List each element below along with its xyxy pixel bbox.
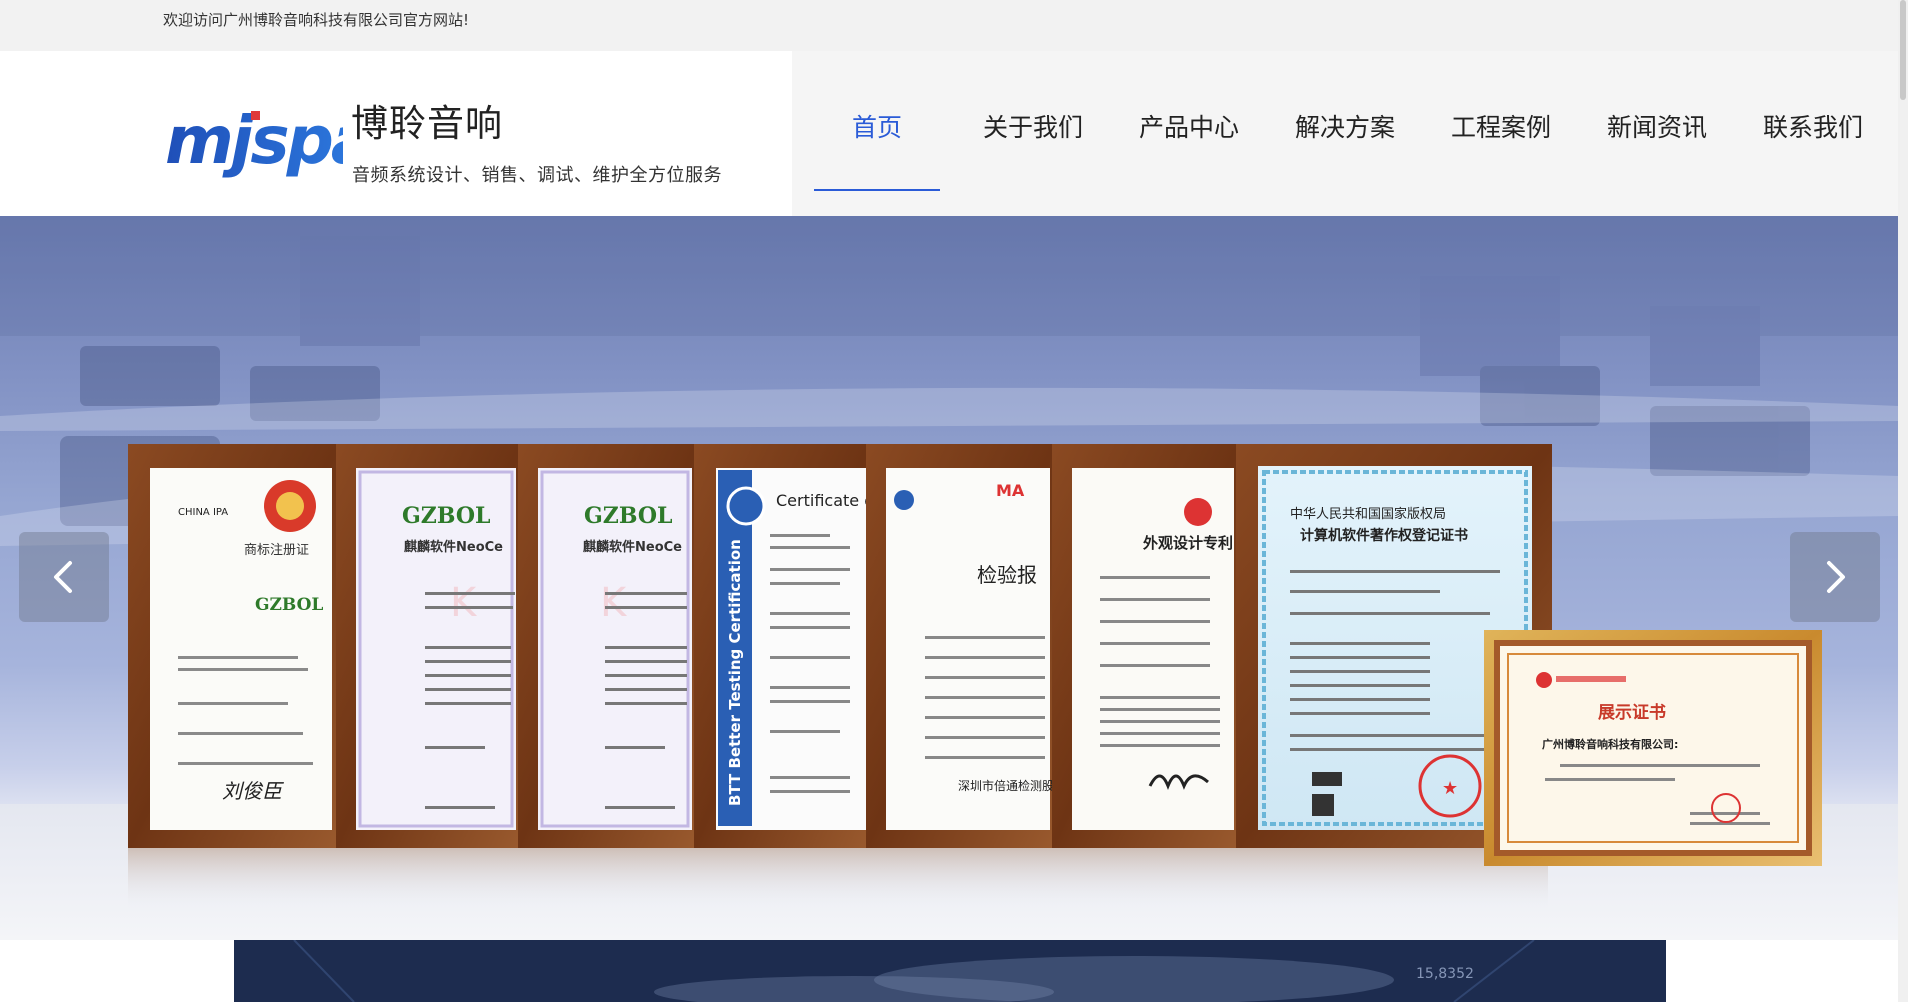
nav-item-news[interactable]: 新闻资讯 (1594, 103, 1720, 153)
chevron-left-icon (54, 561, 72, 593)
svg-text:中华人民共和国国家版权局: 中华人民共和国国家版权局 (1290, 506, 1446, 522)
cert-test-report: MA 检验报 深圳市倍通检测股份 (866, 444, 1066, 848)
main-nav: 首页 关于我们 产品中心 解决方案 工程案例 新闻资讯 联系我们 (0, 51, 1898, 216)
svg-text:K: K (600, 580, 628, 626)
hero-banner: CHINA IPA 商标注册证 GZBOL 刘俊臣 GZBOL 麒麟软件NeoC… (0, 216, 1898, 940)
svg-text:刘俊臣: 刘俊臣 (222, 779, 284, 803)
cert-btt: BTT Better Testing Certification Certifi… (694, 444, 874, 848)
top-bar: 欢迎访问广州博聆音响科技有限公司官方网站! (0, 0, 1898, 51)
svg-text:K: K (450, 580, 478, 626)
nav-active-underline (814, 189, 940, 191)
cert-design-patent: 外观设计专利 (1052, 444, 1240, 848)
nav-item-contact[interactable]: 联系我们 (1750, 103, 1876, 153)
svg-text:15,8352: 15,8352 (1416, 966, 1474, 982)
svg-text:深圳市倍通检测股份: 深圳市倍通检测股份 (958, 778, 1066, 793)
site-header: mjspa 博聆音响 音频系统设计、销售、调试、维护全方位服务 首页 关于我们 … (0, 51, 1898, 216)
svg-text:麒麟软件NeoCe: 麒麟软件NeoCe (404, 539, 503, 555)
cert-gzbol-1: GZBOL 麒麟软件NeoCe K (336, 444, 522, 848)
svg-text:检验报: 检验报 (977, 563, 1037, 587)
chevron-right-icon (1827, 561, 1845, 593)
svg-text:商标注册证: 商标注册证 (244, 543, 309, 558)
welcome-text: 欢迎访问广州博聆音响科技有限公司官方网站! (163, 11, 470, 29)
banner-next-button[interactable] (1790, 532, 1880, 622)
banner-prev-button[interactable] (19, 532, 109, 622)
nav-item-products[interactable]: 产品中心 (1126, 103, 1252, 153)
nav-item-home[interactable]: 首页 (814, 103, 940, 153)
svg-text:GZBOL: GZBOL (584, 503, 672, 529)
cert-display: 展示证书 广州博聆音响科技有限公司: (1484, 630, 1822, 866)
page-scrollbar[interactable] (1898, 0, 1908, 1002)
nav-item-about[interactable]: 关于我们 (970, 103, 1096, 153)
svg-text:MA: MA (996, 481, 1025, 500)
next-section-banner: 15,8352 (234, 940, 1666, 1002)
scrollbar-thumb[interactable] (1900, 0, 1906, 100)
svg-text:麒麟软件NeoCe: 麒麟软件NeoCe (583, 539, 682, 555)
svg-text:GZBOL: GZBOL (402, 503, 490, 529)
svg-text:★: ★ (1442, 778, 1458, 799)
city-sky-backdrop: 15,8352 (234, 940, 1666, 1002)
certificate-display: CHINA IPA 商标注册证 GZBOL 刘俊臣 GZBOL 麒麟软件NeoC… (128, 444, 1822, 908)
nav-item-cases[interactable]: 工程案例 (1438, 103, 1564, 153)
nav-item-solutions[interactable]: 解决方案 (1282, 103, 1408, 153)
svg-text:Certificate o: Certificate o (776, 491, 874, 510)
svg-text:外观设计专利: 外观设计专利 (1142, 534, 1233, 552)
svg-text:GZBOL: GZBOL (255, 595, 323, 615)
svg-text:CHINA IPA: CHINA IPA (178, 507, 228, 518)
cert-gzbol-2: GZBOL 麒麟软件NeoCe K (518, 444, 698, 848)
svg-text:计算机软件著作权登记证书: 计算机软件著作权登记证书 (1300, 527, 1468, 544)
svg-text:广州博聆音响科技有限公司:: 广州博聆音响科技有限公司: (1542, 737, 1678, 751)
cert-trademark: CHINA IPA 商标注册证 GZBOL 刘俊臣 (128, 444, 340, 848)
svg-text:展示证书: 展示证书 (1598, 703, 1666, 723)
svg-text:BTT Better Testing Certificati: BTT Better Testing Certification (726, 539, 744, 806)
